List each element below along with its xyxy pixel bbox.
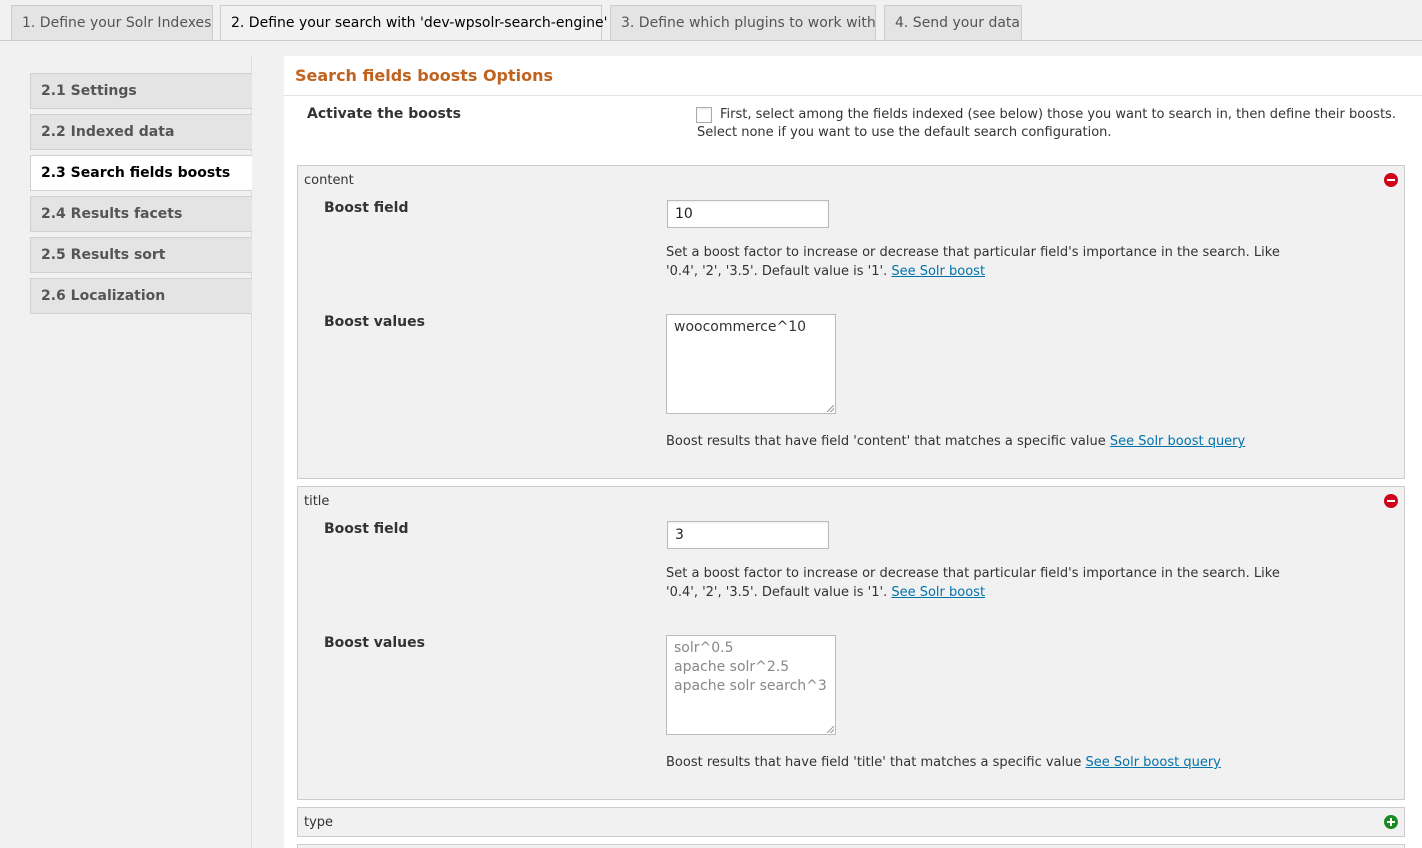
sidebar-item-results-facets[interactable]: 2.4 Results facets [30, 196, 252, 232]
resize-handle-icon[interactable] [827, 405, 834, 412]
sidebar-item-search-fields-boosts[interactable]: 2.3 Search fields boosts [30, 155, 252, 191]
tabs-divider [0, 40, 1422, 41]
boost-field-panel-content: content Boost field 10 Set a boost facto… [297, 165, 1405, 479]
boost-field-input[interactable]: 10 [667, 200, 829, 228]
field-name: title [304, 494, 330, 509]
boost-field-description: Set a boost factor to increase or decrea… [666, 245, 1280, 279]
page-title: Search fields boosts Options [284, 56, 1422, 96]
resize-handle-icon[interactable] [827, 726, 834, 733]
remove-icon[interactable] [1384, 173, 1398, 187]
field-name: content [304, 173, 354, 188]
see-solr-boost-query-link[interactable]: See Solr boost query [1086, 755, 1221, 770]
sidebar-item-indexed-data[interactable]: 2.2 Indexed data [30, 114, 252, 150]
boost-field-label: Boost field [324, 200, 409, 216]
boost-values-description: Boost results that have field 'title' th… [666, 755, 1221, 770]
boost-field-panel-title: title Boost field 3 Set a boost factor t… [297, 486, 1405, 800]
boost-values-textarea[interactable]: woocommerce^10 [666, 314, 836, 414]
activate-boosts-checkbox[interactable] [696, 107, 712, 123]
field-name: type [304, 815, 334, 830]
boost-field-panel-next [297, 844, 1405, 848]
activate-boosts-label: Activate the boosts [307, 106, 461, 122]
sidebar-item-localization[interactable]: 2.6 Localization [30, 278, 252, 314]
activate-boosts-description: First, select among the fields indexed (… [697, 107, 1396, 140]
sidebar: 2.1 Settings 2.2 Indexed data 2.3 Search… [0, 56, 252, 848]
sidebar-item-results-sort[interactable]: 2.5 Results sort [30, 237, 252, 273]
add-icon[interactable] [1384, 815, 1398, 829]
boost-values-label: Boost values [324, 635, 425, 651]
main-panel: Search fields boosts Options Activate th… [284, 56, 1422, 848]
tab-define-plugins[interactable]: 3. Define which plugins to work with [610, 5, 876, 40]
top-tabs: 1. Define your Solr Indexes 2. Define yo… [0, 0, 1422, 41]
boost-field-description: Set a boost factor to increase or decrea… [666, 566, 1280, 600]
remove-icon[interactable] [1384, 494, 1398, 508]
boost-values-textarea[interactable]: solr^0.5 apache solr^2.5 apache solr sea… [666, 635, 836, 735]
boost-field-panel-type[interactable]: type [297, 807, 1405, 837]
tab-define-solr-indexes[interactable]: 1. Define your Solr Indexes [11, 5, 213, 40]
see-solr-boost-link[interactable]: See Solr boost [891, 585, 985, 600]
boost-field-label: Boost field [324, 521, 409, 537]
tab-send-data[interactable]: 4. Send your data [884, 5, 1022, 40]
see-solr-boost-link[interactable]: See Solr boost [891, 264, 985, 279]
boost-values-label: Boost values [324, 314, 425, 330]
tab-define-search[interactable]: 2. Define your search with 'dev-wpsolr-s… [220, 5, 607, 41]
boost-values-description: Boost results that have field 'content' … [666, 434, 1246, 449]
sidebar-item-settings[interactable]: 2.1 Settings [30, 73, 252, 109]
boost-field-input[interactable]: 3 [667, 521, 829, 549]
see-solr-boost-query-link[interactable]: See Solr boost query [1110, 434, 1245, 449]
